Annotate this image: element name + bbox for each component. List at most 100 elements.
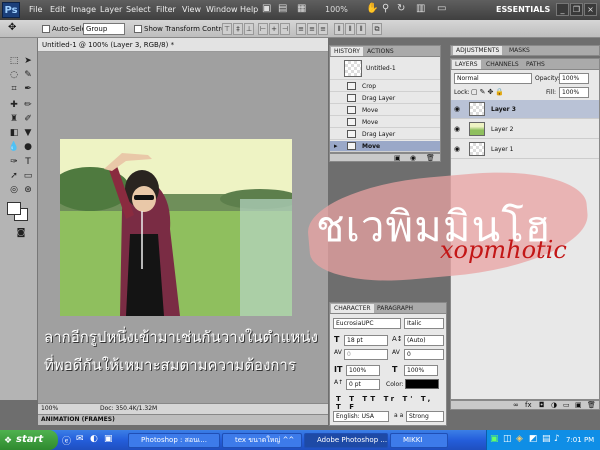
tab-paragraph[interactable]: PARAGRAPH bbox=[374, 304, 416, 313]
eyedropper-tool-icon[interactable]: ✒ bbox=[21, 82, 35, 96]
task-mikki-folder[interactable]: MIKKI bbox=[390, 433, 448, 448]
eraser-tool-icon[interactable]: ◧ bbox=[7, 126, 21, 140]
quick-select-tool-icon[interactable]: ✎ bbox=[21, 68, 35, 82]
new-document-icon[interactable]: ▣ bbox=[394, 154, 401, 162]
workspace-switcher[interactable]: ESSENTIALS bbox=[496, 5, 550, 14]
screen-mode-icon[interactable]: ▭ bbox=[437, 3, 446, 14]
language-dropdown[interactable]: English: USA bbox=[333, 411, 389, 422]
quicklaunch-mail-icon[interactable]: ✉ bbox=[76, 434, 84, 444]
align-top-icon[interactable]: ⊤ bbox=[222, 23, 232, 35]
tab-character[interactable]: CHARACTER bbox=[331, 304, 374, 313]
paint-bucket-tool-icon[interactable]: ▼ bbox=[21, 126, 35, 140]
history-brush-tool-icon[interactable]: ✐ bbox=[21, 112, 35, 126]
font-style-dropdown[interactable]: Italic bbox=[404, 318, 444, 329]
quicklaunch-desktop-icon[interactable]: ▣ bbox=[104, 434, 113, 444]
3d-rotate-tool-icon[interactable]: ◎ bbox=[7, 183, 21, 197]
align-left-icon[interactable]: ⊢ bbox=[258, 23, 268, 35]
visibility-eye-icon[interactable]: ◉ bbox=[454, 105, 460, 113]
menu-layer[interactable]: Layer bbox=[100, 5, 122, 14]
history-row[interactable]: Drag Layer bbox=[330, 93, 440, 104]
distribute-hcenter-icon[interactable]: ⦀ bbox=[345, 23, 355, 35]
show-transform-checkbox[interactable] bbox=[134, 25, 142, 33]
menu-window[interactable]: Window bbox=[206, 5, 238, 14]
dodge-tool-icon[interactable]: ● bbox=[21, 140, 35, 154]
delete-layer-icon[interactable]: 🗑 bbox=[587, 401, 596, 409]
document-tab[interactable]: Untitled-1 @ 100% (Layer 3, RGB/8) * bbox=[38, 38, 328, 52]
history-snapshot[interactable]: Untitled-1 bbox=[330, 58, 440, 80]
tab-masks[interactable]: MASKS bbox=[506, 46, 533, 55]
shape-tool-icon[interactable]: ▭ bbox=[21, 169, 35, 183]
arrange-documents-icon[interactable]: ▥ bbox=[416, 3, 425, 14]
rotate-view-icon[interactable]: ↻ bbox=[397, 3, 405, 14]
layer-row[interactable]: ◉ Layer 1 bbox=[451, 140, 599, 159]
history-row[interactable]: Move bbox=[330, 105, 440, 116]
lasso-tool-icon[interactable]: ◌ bbox=[7, 68, 21, 82]
tab-layers[interactable]: LAYERS bbox=[452, 60, 481, 69]
menu-image[interactable]: Image bbox=[71, 5, 96, 14]
tray-security-icon[interactable]: ◩ bbox=[529, 434, 538, 444]
menu-filter[interactable]: Filter bbox=[156, 5, 176, 14]
distribute-top-icon[interactable]: ≡ bbox=[296, 23, 306, 35]
layer-row[interactable]: ◉ Layer 2 bbox=[451, 120, 599, 139]
type-tool-icon[interactable]: T bbox=[21, 155, 35, 169]
menu-view[interactable]: View bbox=[182, 5, 201, 14]
tab-paths[interactable]: PATHS bbox=[523, 60, 548, 69]
mini-bridge-icon[interactable]: ▤ bbox=[278, 3, 287, 14]
tab-history[interactable]: HISTORY bbox=[331, 47, 363, 56]
new-snapshot-icon[interactable]: ◉ bbox=[410, 154, 416, 162]
tray-speaker-icon[interactable]: ♪ bbox=[554, 434, 560, 444]
align-bottom-icon[interactable]: ⊥ bbox=[244, 23, 254, 35]
history-row[interactable]: Crop bbox=[330, 81, 440, 92]
auto-select-checkbox[interactable] bbox=[42, 25, 50, 33]
menu-edit[interactable]: Edit bbox=[50, 5, 66, 14]
task-tex[interactable]: tex ขนาดใหญ่ ^^ bbox=[222, 433, 302, 448]
marquee-tool-icon[interactable]: ⬚ bbox=[7, 54, 21, 68]
move-tool-icon-2[interactable]: ➤ bbox=[21, 54, 35, 68]
minimize-button[interactable]: _ bbox=[556, 3, 569, 16]
3d-orbit-tool-icon[interactable]: ⊛ bbox=[21, 183, 35, 197]
faux-style-buttons[interactable]: T T TT Tr T' T, T F bbox=[336, 395, 446, 411]
vertical-scale-field[interactable]: 100% bbox=[346, 365, 380, 376]
zoom-level[interactable]: 100% bbox=[325, 5, 348, 14]
leading-field[interactable]: (Auto) bbox=[404, 335, 444, 346]
lock-icons[interactable]: ▢✎✥🔒 bbox=[471, 88, 506, 96]
tray-safely-remove-icon[interactable]: ▤ bbox=[542, 434, 551, 444]
history-row-selected[interactable]: ▸ Move bbox=[330, 141, 440, 152]
close-button[interactable]: × bbox=[584, 3, 597, 16]
add-mask-icon[interactable]: ◘ bbox=[539, 401, 545, 409]
baseline-shift-field[interactable]: 0 pt bbox=[346, 379, 380, 390]
kerning-field[interactable]: 0 bbox=[344, 349, 388, 360]
status-zoom[interactable]: 100% bbox=[41, 405, 58, 412]
distribute-left-icon[interactable]: ⦀ bbox=[334, 23, 344, 35]
move-tool-icon[interactable]: ✥ bbox=[8, 22, 16, 33]
menu-select[interactable]: Select bbox=[126, 5, 151, 14]
hand-icon[interactable]: ✋ bbox=[366, 3, 378, 14]
tray-network-icon[interactable]: ◫ bbox=[503, 434, 512, 444]
text-color-swatch[interactable] bbox=[405, 379, 439, 389]
zoom-icon[interactable]: ⚲ bbox=[382, 3, 389, 14]
align-right-icon[interactable]: ⊣ bbox=[280, 23, 290, 35]
auto-select-type-dropdown[interactable]: Group bbox=[83, 23, 125, 35]
history-row[interactable]: Drag Layer bbox=[330, 129, 440, 140]
auto-align-icon[interactable]: ⧉ bbox=[372, 23, 382, 35]
distribute-vcenter-icon[interactable]: ≡ bbox=[307, 23, 317, 35]
font-size-field[interactable]: 18 pt bbox=[344, 335, 388, 346]
menu-help[interactable]: Help bbox=[240, 5, 258, 14]
quicklaunch-firefox-icon[interactable]: ◐ bbox=[90, 434, 98, 444]
tracking-field[interactable]: 0 bbox=[404, 349, 444, 360]
tray-volume-icon[interactable]: ◈ bbox=[516, 434, 523, 444]
visibility-eye-icon[interactable]: ◉ bbox=[454, 125, 460, 133]
restore-button[interactable]: ❐ bbox=[570, 3, 583, 16]
quicklaunch-ie-icon[interactable]: ⓔ bbox=[62, 434, 71, 447]
view-extras-icon[interactable]: ▦ bbox=[297, 3, 306, 14]
tab-actions[interactable]: ACTIONS bbox=[364, 47, 397, 56]
clone-stamp-tool-icon[interactable]: ♜ bbox=[7, 112, 21, 126]
align-hcenter-icon[interactable]: + bbox=[269, 23, 279, 35]
trash-icon[interactable]: 🗑 bbox=[426, 154, 435, 162]
animation-panel-tab[interactable]: ANIMATION (FRAMES) bbox=[38, 414, 328, 425]
blur-tool-icon[interactable]: 💧 bbox=[7, 140, 21, 154]
new-group-icon[interactable]: ▭ bbox=[563, 401, 570, 409]
tab-adjustments[interactable]: ADJUSTMENTS bbox=[453, 46, 503, 55]
crop-tool-icon[interactable]: ⌗ bbox=[7, 82, 21, 96]
layer-style-icon[interactable]: fx bbox=[525, 401, 532, 409]
